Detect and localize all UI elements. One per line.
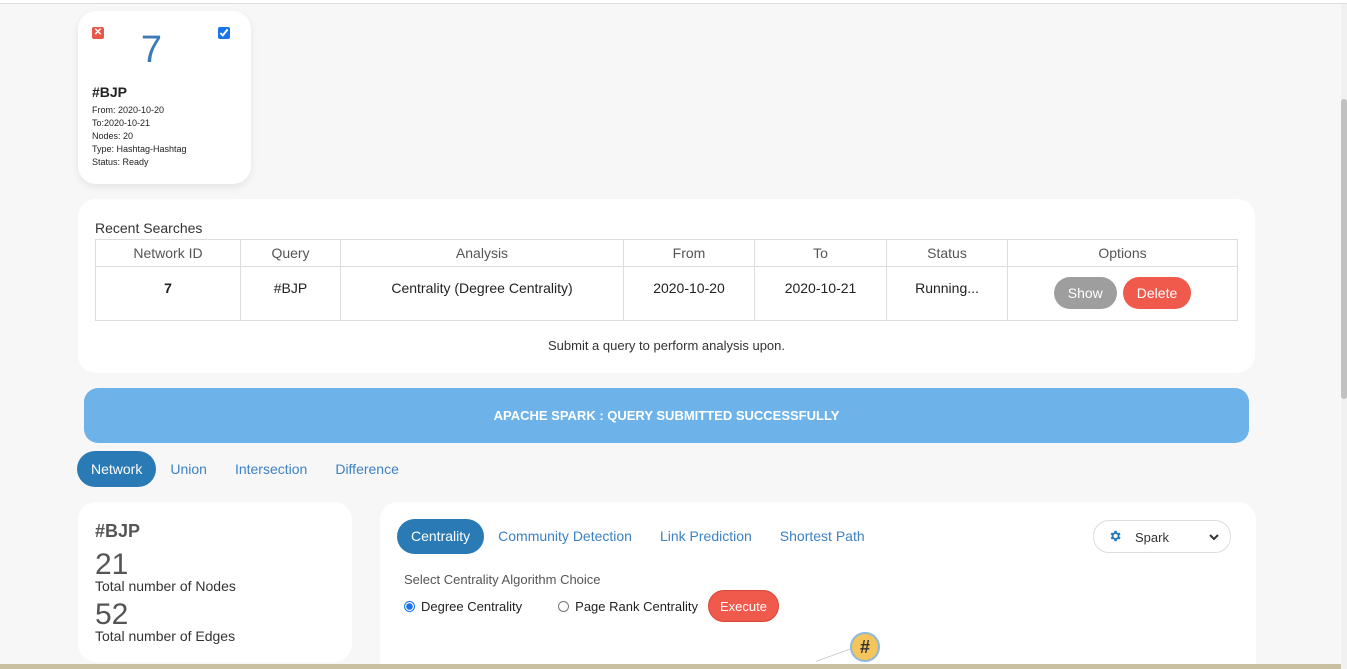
submit-query-hint: Submit a query to perform analysis upon. <box>547 338 785 353</box>
column-header: Analysis <box>340 239 624 267</box>
success-alert: APACHE SPARK : QUERY SUBMITTED SUCCESSFU… <box>84 388 1249 443</box>
graph-node-hashtag[interactable]: # <box>850 632 880 662</box>
column-header: Network ID <box>95 239 241 267</box>
page-rank-centrality-option[interactable]: Page Rank Centrality <box>558 599 698 614</box>
network-type: Type: Hashtag-Hashtag <box>92 144 187 154</box>
network-to-date: To:2020-10-21 <box>92 118 151 128</box>
algorithm-prompt: Select Centrality Algorithm Choice <box>404 572 601 587</box>
main-tabs: Network Union Intersection Difference <box>77 451 413 487</box>
scrollbar-thumb[interactable] <box>1341 99 1347 399</box>
network-nodes-count: Nodes: 20 <box>92 131 134 141</box>
tab-centrality[interactable]: Centrality <box>397 519 485 554</box>
stats-title: #BJP <box>95 521 141 541</box>
cell-analysis: Centrality (Degree Centrality) <box>340 266 624 321</box>
network-from-date: From: 2020-10-20 <box>92 105 165 115</box>
column-header: From <box>623 239 755 267</box>
tab-shortest-path[interactable]: Shortest Path <box>766 519 879 554</box>
analysis-panel: Centrality Community Detection Link Pred… <box>380 502 1256 669</box>
graph-edge <box>816 647 854 662</box>
degree-centrality-label: Degree Centrality <box>421 598 523 614</box>
cell-from: 2020-10-20 <box>623 266 755 321</box>
analysis-tabs: Centrality Community Detection Link Pred… <box>397 519 879 554</box>
table-header-row: Network ID Query Analysis From To Status… <box>95 239 1238 267</box>
tab-community-detection[interactable]: Community Detection <box>484 519 646 554</box>
recent-searches-title: Recent Searches <box>95 220 203 236</box>
engine-select[interactable]: Spark <box>1093 520 1231 553</box>
cell-status: Running... <box>886 266 1008 321</box>
delete-button[interactable]: Delete <box>1122 277 1192 309</box>
tab-union[interactable]: Union <box>156 451 221 487</box>
cell-to: 2020-10-21 <box>754 266 887 321</box>
recent-searches-panel: Recent Searches Network ID Query Analysi… <box>78 199 1255 373</box>
network-id-number: 7 <box>140 29 163 71</box>
cell-query: #BJP <box>240 266 341 321</box>
chevron-down-icon <box>1209 534 1219 541</box>
tab-intersection[interactable]: Intersection <box>221 451 321 487</box>
tab-network[interactable]: Network <box>77 451 157 487</box>
column-header: Options <box>1007 239 1238 267</box>
column-header: Status <box>886 239 1008 267</box>
page-rank-centrality-label: Page Rank Centrality <box>575 598 698 614</box>
algorithm-options: Degree Centrality Page Rank Centrality E… <box>404 590 779 622</box>
recent-searches-table: Network ID Query Analysis From To Status… <box>95 239 1238 321</box>
degree-centrality-radio[interactable] <box>404 600 415 612</box>
edges-count: 52 <box>95 598 129 631</box>
cell-network-id: 7 <box>95 266 241 321</box>
degree-centrality-option[interactable]: Degree Centrality <box>404 599 522 614</box>
tab-difference[interactable]: Difference <box>321 451 413 487</box>
network-status: Status: Ready <box>92 157 149 167</box>
nodes-label: Total number of Nodes <box>95 578 236 594</box>
edges-label: Total number of Edges <box>95 628 236 644</box>
network-card-title: #BJP <box>92 84 128 100</box>
engine-label: Spark <box>1135 530 1169 545</box>
column-header: To <box>754 239 887 267</box>
bottom-strip <box>0 664 1341 669</box>
tab-link-prediction[interactable]: Link Prediction <box>646 519 766 554</box>
network-stats-card: #BJP 21 Total number of Nodes 52 Total n… <box>78 502 352 662</box>
network-card-details: From: 2020-10-20 To:2020-10-21 Nodes: 20… <box>92 104 187 169</box>
page-rank-centrality-radio[interactable] <box>558 600 570 612</box>
execute-button[interactable]: Execute <box>708 590 779 622</box>
column-header: Query <box>240 239 341 267</box>
show-button[interactable]: Show <box>1053 277 1117 309</box>
nodes-count: 21 <box>95 548 129 581</box>
table-row: 7 #BJP Centrality (Degree Centrality) 20… <box>95 266 1238 321</box>
network-card: ✕ 7 #BJP From: 2020-10-20 To:2020-10-21 … <box>78 11 251 184</box>
cell-options: Show Delete <box>1007 266 1238 321</box>
scrollbar-track[interactable] <box>1341 4 1347 669</box>
gear-icon <box>1110 530 1121 542</box>
top-border <box>0 0 1347 4</box>
